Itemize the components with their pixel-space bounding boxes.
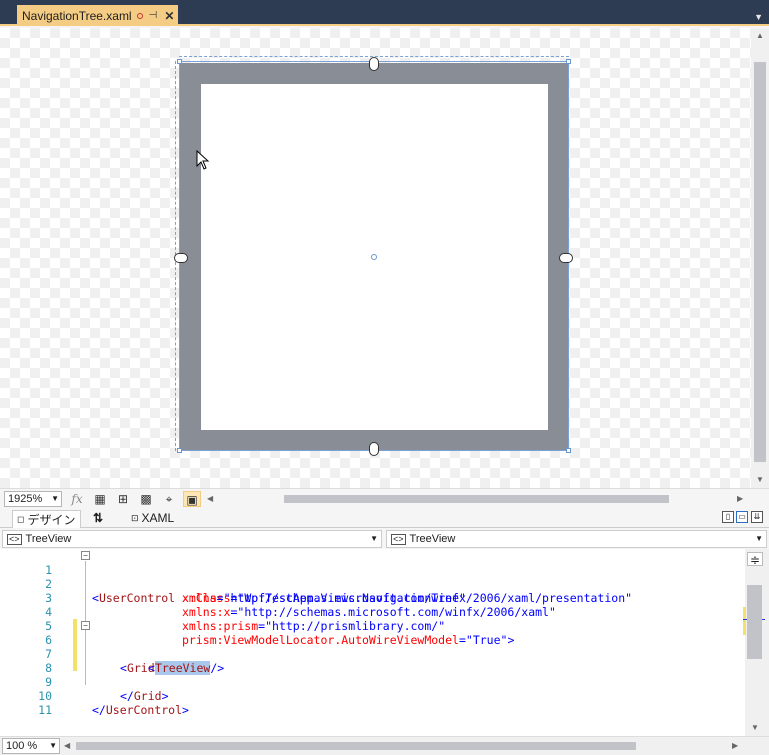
design-surface[interactable] — [0, 28, 751, 488]
editor-hscroll-thumb[interactable] — [76, 742, 636, 750]
code-line[interactable]: 3 xmlns:x="http://schemas.microsoft.com/… — [0, 577, 745, 619]
editor-horizontal-scrollbar[interactable]: ◀ ▶ — [64, 740, 744, 752]
chevron-down-icon: ▼ — [370, 534, 378, 543]
designer-toolbar: 1925% ▼ fx ▦ ⊞ ▩ ⌖ ▣ ◀ ▶ — [0, 488, 769, 508]
element-icon: <> — [391, 533, 406, 545]
editor-vscroll-thumb[interactable] — [747, 585, 762, 659]
modified-indicator-icon — [136, 12, 143, 19]
designer-vscroll-thumb[interactable] — [754, 62, 766, 462]
code-line[interactable]: 6 − <Grid> — [0, 619, 745, 675]
resize-handle-bottom-right[interactable] — [566, 448, 571, 453]
project-code-toggle-icon[interactable]: ▣ — [183, 491, 201, 507]
tab-navigationtree-xaml[interactable]: NavigationTree.xaml ⊣ ✕ — [17, 5, 178, 26]
scroll-down-arrow-icon[interactable]: ▼ — [756, 475, 764, 484]
margin-anchor-bottom-icon[interactable] — [369, 442, 379, 456]
design-view-icon: ◻ — [17, 514, 25, 524]
horizontal-split-icon[interactable]: ▭ — [736, 511, 748, 523]
scroll-left-arrow-icon[interactable]: ◀ — [207, 494, 213, 503]
change-overview-marker — [743, 607, 746, 635]
right-element-value: TreeView — [409, 533, 456, 545]
scroll-right-arrow-icon[interactable]: ▶ — [732, 741, 738, 750]
code-line[interactable]: 10 </UserControl> — [0, 675, 745, 717]
code-line[interactable]: 9 </Grid> — [0, 661, 745, 703]
tab-design[interactable]: ◻ デザイン — [12, 510, 81, 528]
resize-handle-top-left[interactable] — [177, 59, 182, 64]
editor-vertical-scrollbar[interactable]: ≑ ▼ — [743, 549, 769, 736]
editor-bottom-bar: 100 % ▼ ◀ ▶ — [0, 736, 769, 755]
code-line[interactable]: 4 xmlns:prism="http://prismlibrary.com/" — [0, 591, 745, 633]
resize-handle-top-right[interactable] — [566, 59, 571, 64]
checkerboard-background-icon[interactable]: ▩ — [137, 491, 155, 507]
left-element-value: TreeView — [25, 533, 72, 545]
fx-effects-button[interactable]: fx — [68, 491, 86, 507]
center-point-handle[interactable] — [371, 254, 377, 260]
code-line[interactable]: 7 <TreeView/> — [0, 633, 745, 675]
tab-overflow-chevron-down-icon[interactable]: ▼ — [754, 12, 763, 22]
xaml-view-icon: ⊡ — [131, 512, 139, 523]
view-switch-bar: ◻ デザイン ⇅ ⊡ XAML ▯ ▭ ⇊ — [0, 508, 769, 528]
close-tab-icon[interactable]: ✕ — [164, 9, 174, 23]
collapse-outline-icon[interactable]: − — [81, 551, 90, 560]
tab-title: NavigationTree.xaml — [22, 8, 132, 23]
collapse-pane-icon[interactable]: ⇊ — [751, 511, 763, 523]
scroll-left-arrow-icon[interactable]: ◀ — [64, 741, 70, 750]
scroll-down-arrow-icon[interactable]: ▼ — [751, 723, 759, 732]
design-tab-label: デザイン — [27, 513, 76, 527]
swap-panes-button[interactable]: ⇅ — [93, 510, 103, 526]
mouse-pointer-icon — [196, 150, 210, 170]
code-line[interactable]: 1 − <UserControl x:Class="WpfTestApp.Vie… — [0, 549, 745, 605]
element-icon: <> — [7, 533, 22, 545]
element-path-dropdown[interactable]: <> TreeView ▼ — [2, 530, 382, 548]
margin-anchor-top-icon[interactable] — [369, 57, 379, 71]
scroll-up-arrow-icon[interactable]: ▲ — [756, 31, 764, 40]
split-editor-icon[interactable]: ≑ — [747, 552, 763, 567]
scroll-right-arrow-icon[interactable]: ▶ — [737, 494, 743, 503]
vertical-split-icon[interactable]: ▯ — [722, 511, 734, 523]
snap-to-snaplines-icon[interactable]: ⌖ — [160, 491, 178, 507]
code-line[interactable]: 5 prism:ViewModelLocator.AutoWireViewMod… — [0, 605, 745, 647]
chevron-down-icon: ▼ — [51, 494, 59, 503]
snap-gridlines-icon[interactable]: ⊞ — [114, 491, 132, 507]
margin-anchor-left-icon[interactable] — [174, 253, 188, 263]
designer-zoom-select[interactable]: 1925% ▼ — [4, 491, 62, 507]
tag-name: UserControl — [105, 703, 183, 717]
grid-toggle-icon[interactable]: ▦ — [91, 491, 109, 507]
code-line[interactable]: 2 xmlns="http://schemas.microsoft.com/wi… — [0, 563, 745, 605]
collapse-outline-icon[interactable]: − — [81, 621, 90, 630]
designer-zoom-value: 1925% — [8, 493, 43, 505]
code-line[interactable]: 11 — [0, 689, 745, 717]
resize-handle-bottom-left[interactable] — [177, 448, 182, 453]
chevron-down-icon: ▼ — [755, 534, 763, 543]
editor-zoom-value: 100 % — [6, 740, 38, 752]
designer-hscroll-thumb[interactable] — [284, 495, 669, 503]
chevron-down-icon: ▼ — [49, 741, 57, 750]
designer-horizontal-scrollbar[interactable]: ◀ ▶ — [207, 493, 747, 505]
document-tab-bar: NavigationTree.xaml ⊣ ✕ ▼ — [0, 0, 769, 26]
line-number: 11 — [38, 703, 52, 717]
margin-anchor-right-icon[interactable] — [559, 253, 573, 263]
code-line[interactable]: 8 — [0, 647, 745, 675]
xaml-tab-label: XAML — [141, 511, 175, 525]
xaml-code-editor[interactable]: 1 − <UserControl x:Class="WpfTestApp.Vie… — [0, 549, 745, 736]
xaml-navigation-bar: <> TreeView ▼ <> TreeView ▼ — [0, 528, 769, 549]
editor-zoom-select[interactable]: 100 % ▼ — [2, 738, 60, 754]
pin-icon[interactable]: ⊣ — [149, 10, 158, 21]
member-dropdown[interactable]: <> TreeView ▼ — [386, 530, 767, 548]
tab-xaml[interactable]: ⊡ XAML — [131, 510, 174, 526]
designer-vertical-scrollbar[interactable]: ▲ ▼ — [751, 28, 769, 488]
